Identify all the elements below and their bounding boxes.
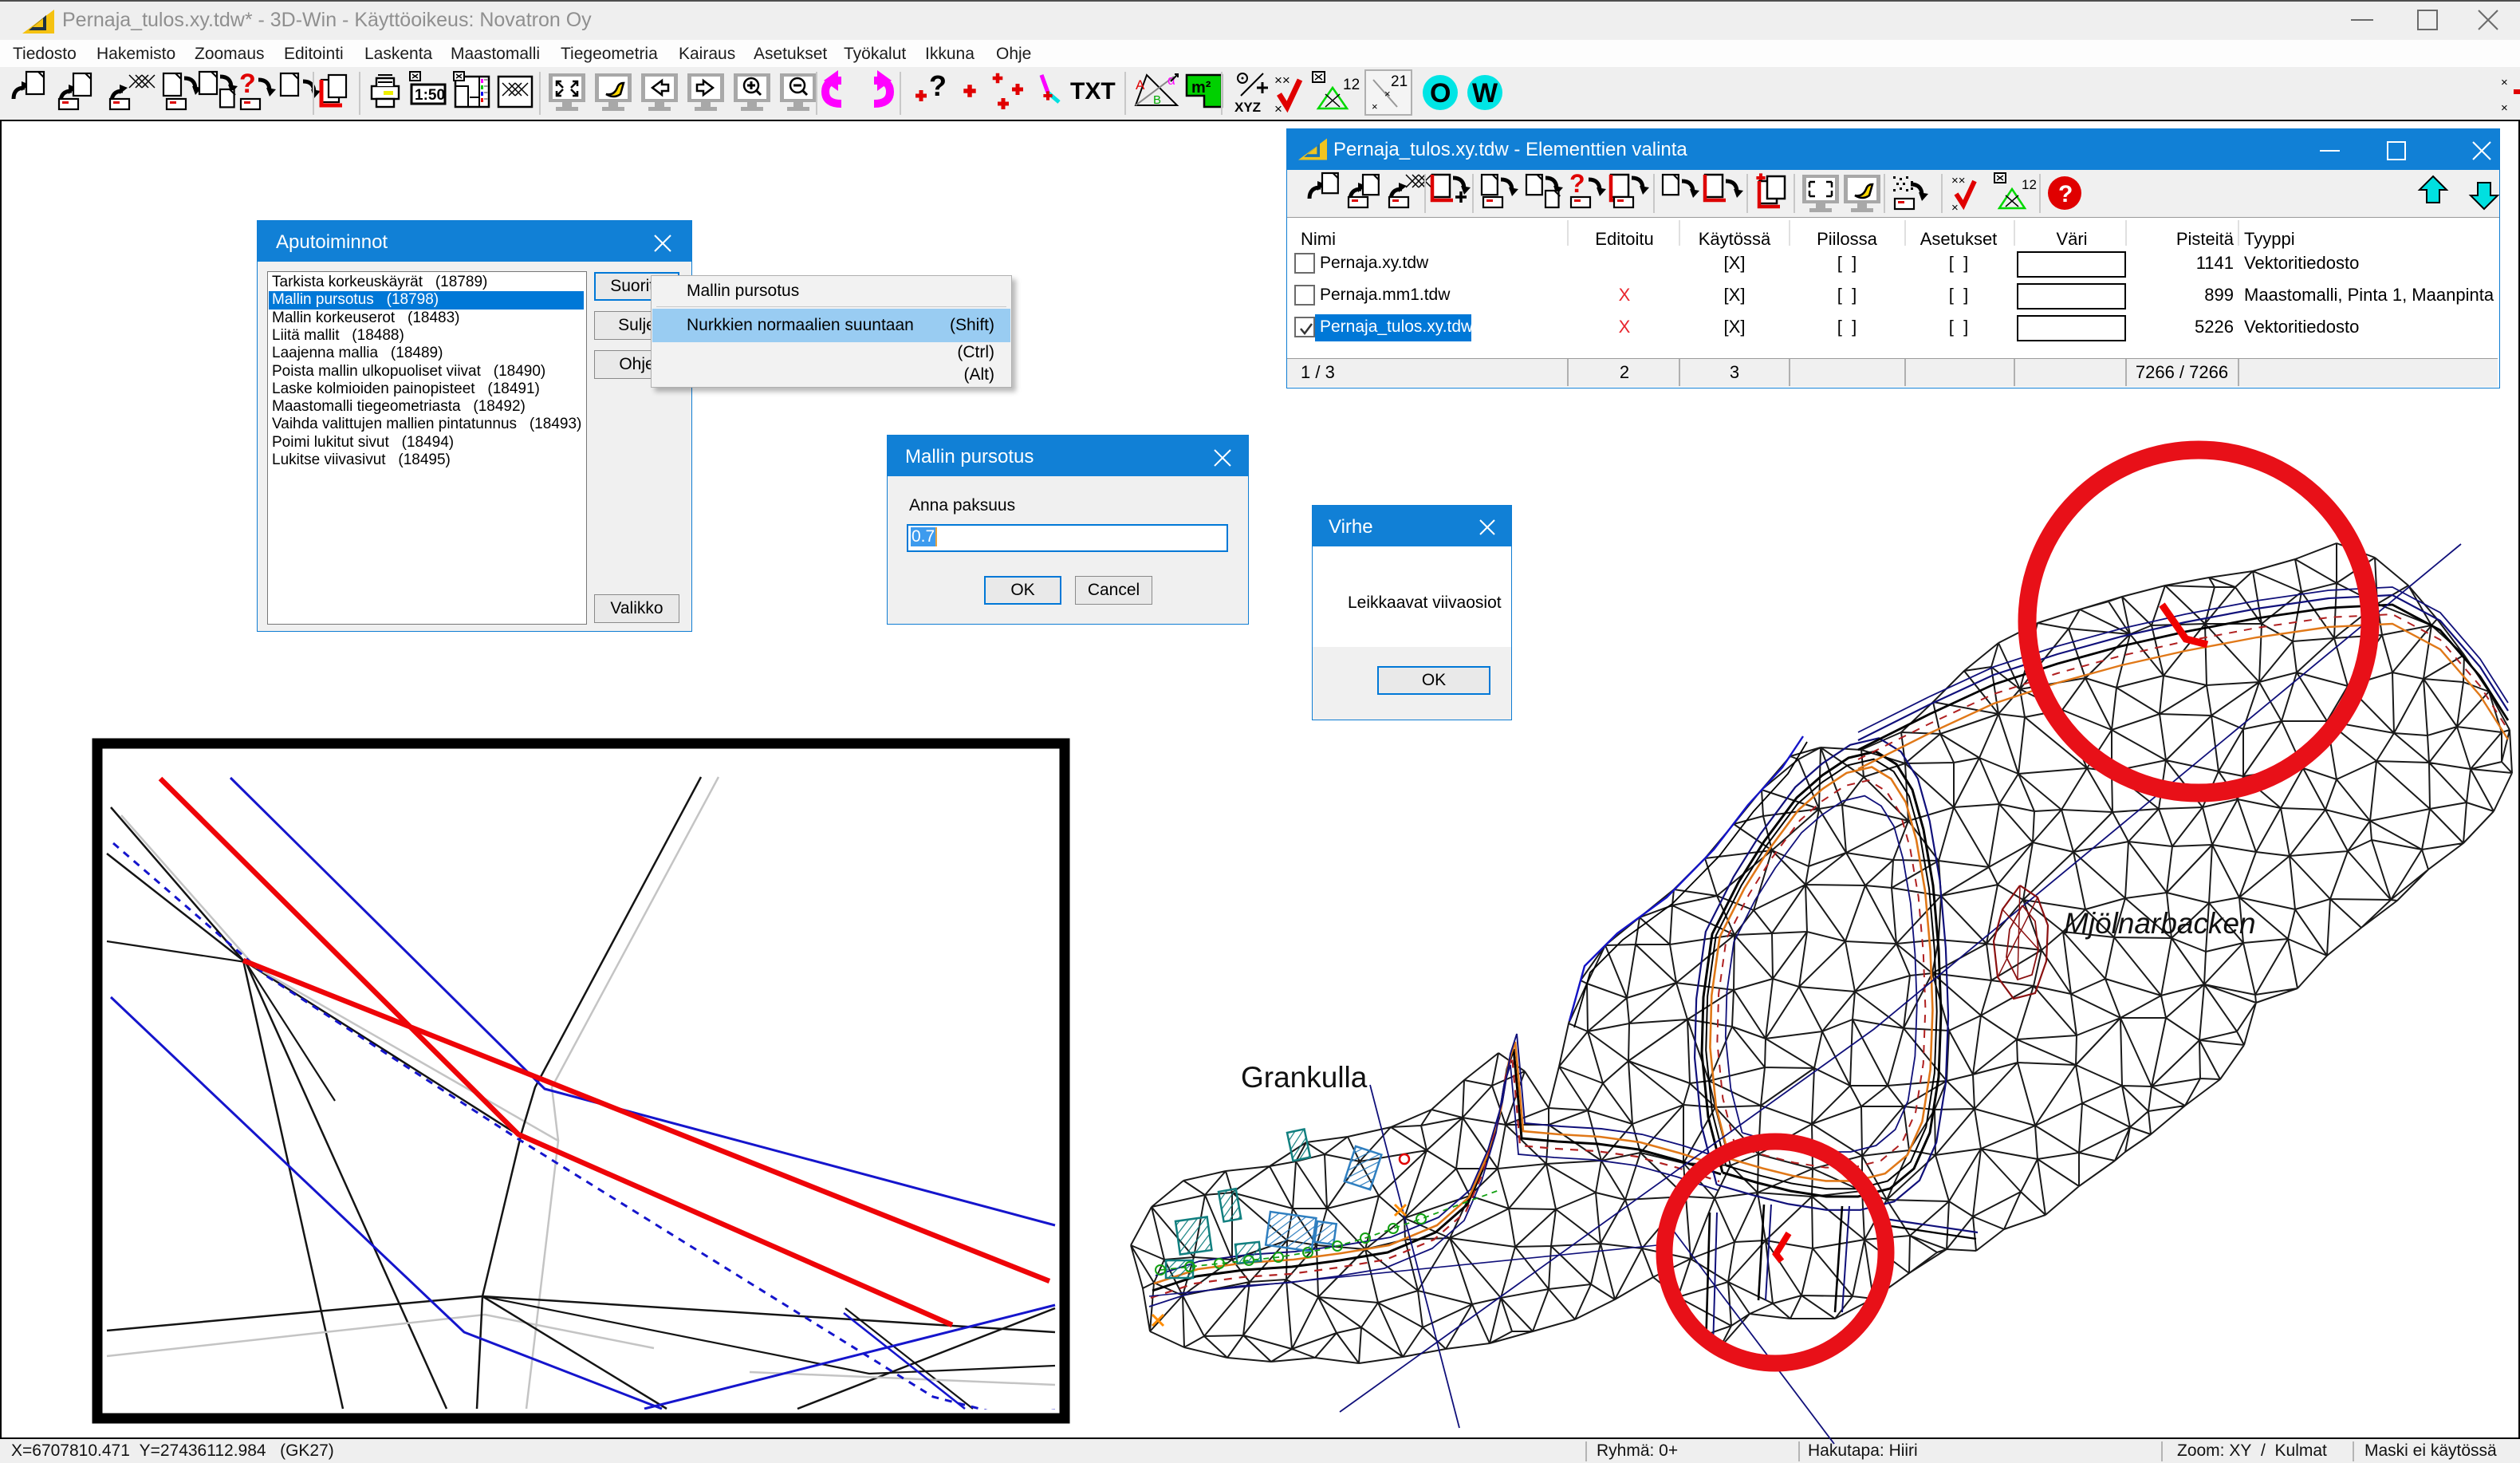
svg-text:××: ×× bbox=[1951, 174, 1966, 187]
svg-text:Mjölnarbacken: Mjölnarbacken bbox=[2064, 907, 2256, 940]
svg-text:?: ? bbox=[2058, 181, 2073, 207]
svg-text:×: × bbox=[1951, 201, 1959, 215]
svg-text:12: 12 bbox=[2022, 177, 2037, 192]
svg-text:?: ? bbox=[1569, 170, 1585, 198]
svg-text:Grankulla: Grankulla bbox=[1241, 1061, 1368, 1094]
